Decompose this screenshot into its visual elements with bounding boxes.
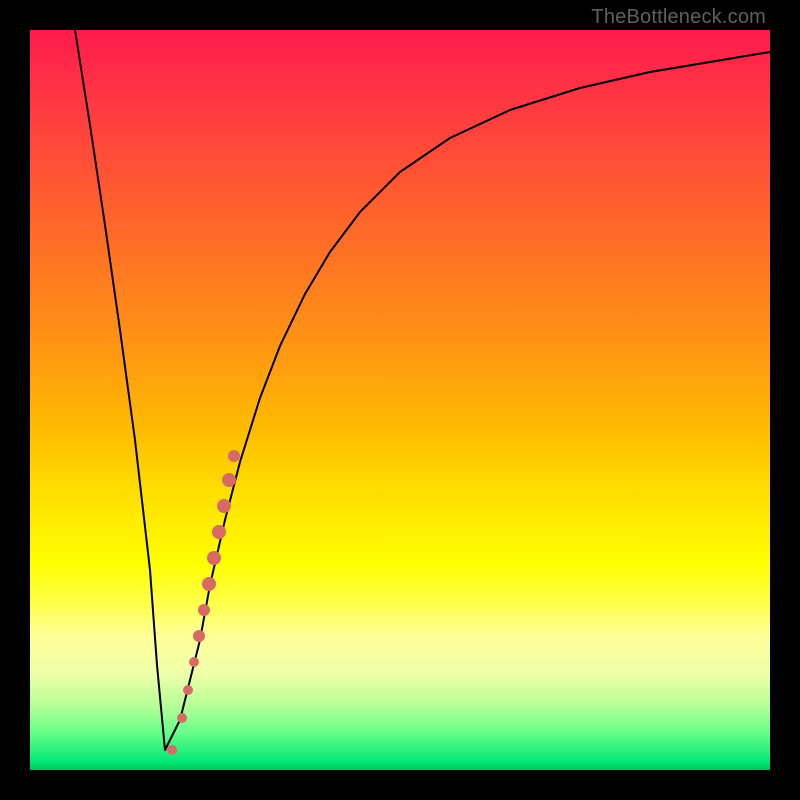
- data-marker: [228, 450, 240, 462]
- data-marker: [217, 499, 231, 513]
- data-marker: [193, 630, 205, 642]
- data-marker: [167, 745, 177, 755]
- data-marker: [189, 657, 199, 667]
- data-marker: [212, 525, 226, 539]
- watermark-text: TheBottleneck.com: [591, 6, 766, 29]
- data-marker: [183, 685, 193, 695]
- chart-container: TheBottleneck.com: [0, 0, 800, 800]
- bottleneck-curve: [75, 30, 770, 750]
- data-marker: [207, 551, 221, 565]
- data-marker: [222, 473, 236, 487]
- data-marker: [177, 713, 187, 723]
- marker-group: [167, 450, 240, 755]
- chart-svg: [30, 30, 770, 770]
- data-marker: [202, 577, 216, 591]
- data-marker: [198, 604, 210, 616]
- plot-area: [30, 30, 770, 770]
